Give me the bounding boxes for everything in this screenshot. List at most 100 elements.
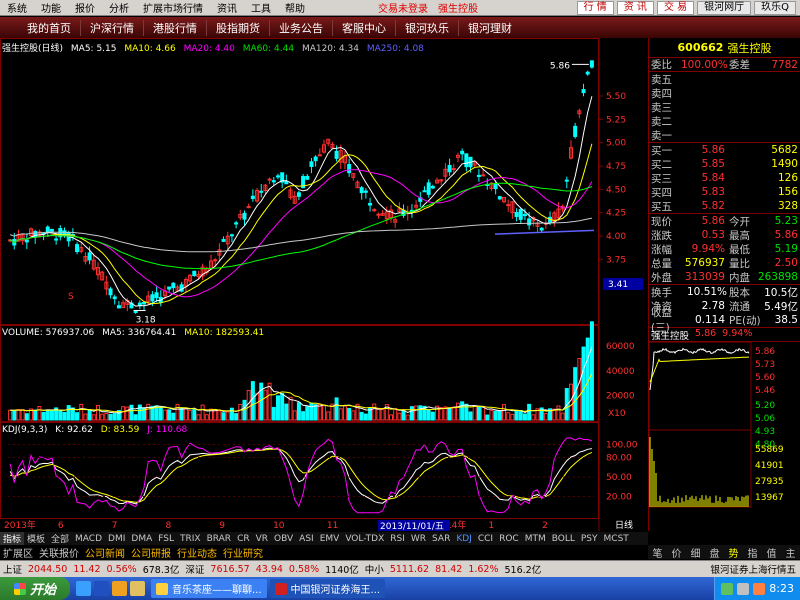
menu-help[interactable]: 帮助: [278, 0, 312, 15]
indicator-tab-vr[interactable]: VR: [253, 534, 271, 544]
nav-hk[interactable]: 港股行情: [144, 19, 207, 36]
tab-company-news[interactable]: 公司新闻: [82, 545, 128, 560]
taskbar-task-music[interactable]: 音乐茶座——聊聊...: [151, 579, 267, 598]
jiule-q-button[interactable]: 玖乐Q: [754, 1, 796, 15]
indicator-tab-roc[interactable]: ROC: [496, 534, 522, 544]
trade-button[interactable]: 交 易: [656, 1, 695, 15]
indicator-tab-fsl[interactable]: FSL: [155, 534, 177, 544]
tab-index[interactable]: 指: [748, 545, 758, 560]
menu-system[interactable]: 系统: [0, 0, 34, 15]
nav-home[interactable]: 我的首页: [18, 19, 81, 36]
indicator-tab-kdj[interactable]: KDJ: [453, 534, 475, 544]
info-button[interactable]: 资 讯: [616, 1, 654, 15]
indicator-tab-asi[interactable]: ASI: [296, 534, 317, 544]
nav-futures[interactable]: 股指期货: [207, 19, 270, 36]
tray-volume-icon[interactable]: [737, 582, 750, 595]
stat-value: 2.78: [701, 300, 725, 312]
candle-body: [589, 60, 594, 68]
indicator-tab-boll[interactable]: BOLL: [549, 534, 578, 544]
volume-bar: [41, 411, 46, 421]
indicator-tab-emv[interactable]: EMV: [317, 534, 343, 544]
nav-service[interactable]: 客服中心: [333, 19, 396, 36]
candle-body: [250, 195, 255, 199]
tab-orderbook[interactable]: 盘: [710, 545, 720, 560]
task-label: 音乐茶座——聊聊...: [172, 585, 262, 596]
intraday-mini-canvas[interactable]: 5.865.735.605.465.205.064.934.8055869419…: [648, 341, 799, 508]
tab-industry-research[interactable]: 行业研究: [220, 545, 266, 560]
indicator-tab-dma[interactable]: DMA: [128, 534, 155, 544]
nav-jiule[interactable]: 银河玖乐: [396, 19, 459, 36]
quote-button[interactable]: 行 情: [576, 1, 614, 15]
candle-body: [573, 125, 578, 137]
candle-body: [363, 190, 368, 193]
tab-company-research[interactable]: 公司研报: [128, 545, 174, 560]
trade-login-status[interactable]: 交易未登录: [372, 0, 434, 15]
volume-bar: [514, 409, 519, 421]
menu-analysis[interactable]: 分析: [102, 0, 136, 15]
indicator-tab-模板[interactable]: 模板: [24, 532, 48, 545]
candle-body: [137, 302, 142, 306]
tray-app-icon[interactable]: [753, 582, 766, 595]
menu-quote[interactable]: 报价: [68, 0, 102, 15]
indicator-tab-cci[interactable]: CCI: [475, 534, 496, 544]
tab-price[interactable]: 价: [672, 545, 682, 560]
galaxy-hall-button[interactable]: 银河网厅: [697, 1, 752, 15]
tab-value[interactable]: 值: [767, 545, 777, 560]
indicator-tab-macd[interactable]: MACD: [72, 534, 105, 544]
price-tick-label: 5.00: [606, 139, 626, 149]
kline-chart-canvas[interactable]: 5.86 3.18 S 5.50 5.25 5.00 4.75 4.50 4.25 4.00 3.…: [0, 38, 648, 531]
ma120-line: [9, 217, 593, 253]
media-icon[interactable]: [112, 581, 127, 596]
nav-notices[interactable]: 业务公告: [270, 19, 333, 36]
indicator-tab-指标[interactable]: 指标: [0, 532, 25, 545]
volume-bar: [430, 411, 435, 421]
indicator-tab-cr[interactable]: CR: [234, 534, 253, 544]
indicator-tab-brar[interactable]: BRAR: [204, 534, 234, 544]
menu-info[interactable]: 资讯: [210, 0, 244, 15]
sh-index-change: 11.42: [73, 563, 101, 575]
indicator-tab-mtm[interactable]: MTM: [522, 534, 549, 544]
tab-detail[interactable]: 细: [691, 545, 701, 560]
start-button[interactable]: 开始: [0, 577, 70, 600]
tab-ticks[interactable]: 笔: [653, 545, 663, 560]
indicator-tab-dmi[interactable]: DMI: [105, 534, 128, 544]
tab-trend[interactable]: 势: [729, 545, 739, 560]
tab-extension[interactable]: 扩展区: [0, 545, 36, 560]
kline-legend: 强生控股(日线) MA5: 5.15 MA10: 4.66 MA20: 4.40…: [2, 41, 429, 54]
indicator-tab-obv[interactable]: OBV: [271, 534, 296, 544]
candle-body: [451, 168, 456, 171]
buy-level-price: 5.83: [701, 186, 725, 198]
menu-tools[interactable]: 工具: [244, 0, 278, 15]
indicator-tab-全部[interactable]: 全部: [48, 532, 72, 545]
taskbar-task-galaxy[interactable]: 中国银河证券海王...: [269, 579, 386, 598]
ie-icon[interactable]: [76, 581, 91, 596]
intraday-mini-chart[interactable]: 5.86 5.73 5.60 5.46 5.20 5.06 4.93 4.80 55869 419…: [648, 341, 800, 508]
chart-area[interactable]: 5.86 3.18 S 5.50 5.25 5.00 4.75 4.50 4.25 4.00 3.…: [0, 38, 648, 531]
indicator-tab-sar[interactable]: SAR: [429, 534, 453, 544]
indicator-tab-rsi[interactable]: RSI: [387, 534, 408, 544]
zx-index-label[interactable]: 中小: [362, 562, 387, 576]
nav-hushen[interactable]: 沪深行情: [81, 19, 144, 36]
menu-function[interactable]: 功能: [34, 0, 68, 15]
indicator-tab-mcst[interactable]: MCST: [601, 534, 632, 544]
buy-level-row: 买四 5.83 156: [649, 185, 800, 199]
sh-index-label[interactable]: 上证: [0, 562, 25, 576]
indicator-tab-wr[interactable]: WR: [408, 534, 429, 544]
indicator-tab-trix[interactable]: TRIX: [177, 534, 204, 544]
volume-bar: [296, 402, 301, 421]
tray-network-icon[interactable]: [721, 582, 734, 595]
volume-bar: [129, 404, 134, 421]
stat-label: 今开: [729, 215, 750, 228]
sz-index-label[interactable]: 深证: [182, 562, 207, 576]
indicator-tab-vol-tdx[interactable]: VOL-TDX: [342, 534, 387, 544]
word-icon[interactable]: [94, 581, 109, 596]
kline-panel-border: [0, 38, 599, 325]
nav-wealth[interactable]: 银河理财: [459, 20, 521, 36]
menu-extended-market[interactable]: 扩展市场行情: [136, 0, 210, 15]
tab-main[interactable]: 主: [786, 545, 796, 560]
indicator-tab-psy[interactable]: PSY: [578, 534, 601, 544]
folder-icon[interactable]: [130, 581, 145, 596]
tab-industry-news[interactable]: 行业动态: [174, 545, 220, 560]
tab-related-quote[interactable]: 关联报价: [36, 545, 82, 560]
server-status[interactable]: 银河证券上海行情五: [710, 562, 800, 576]
